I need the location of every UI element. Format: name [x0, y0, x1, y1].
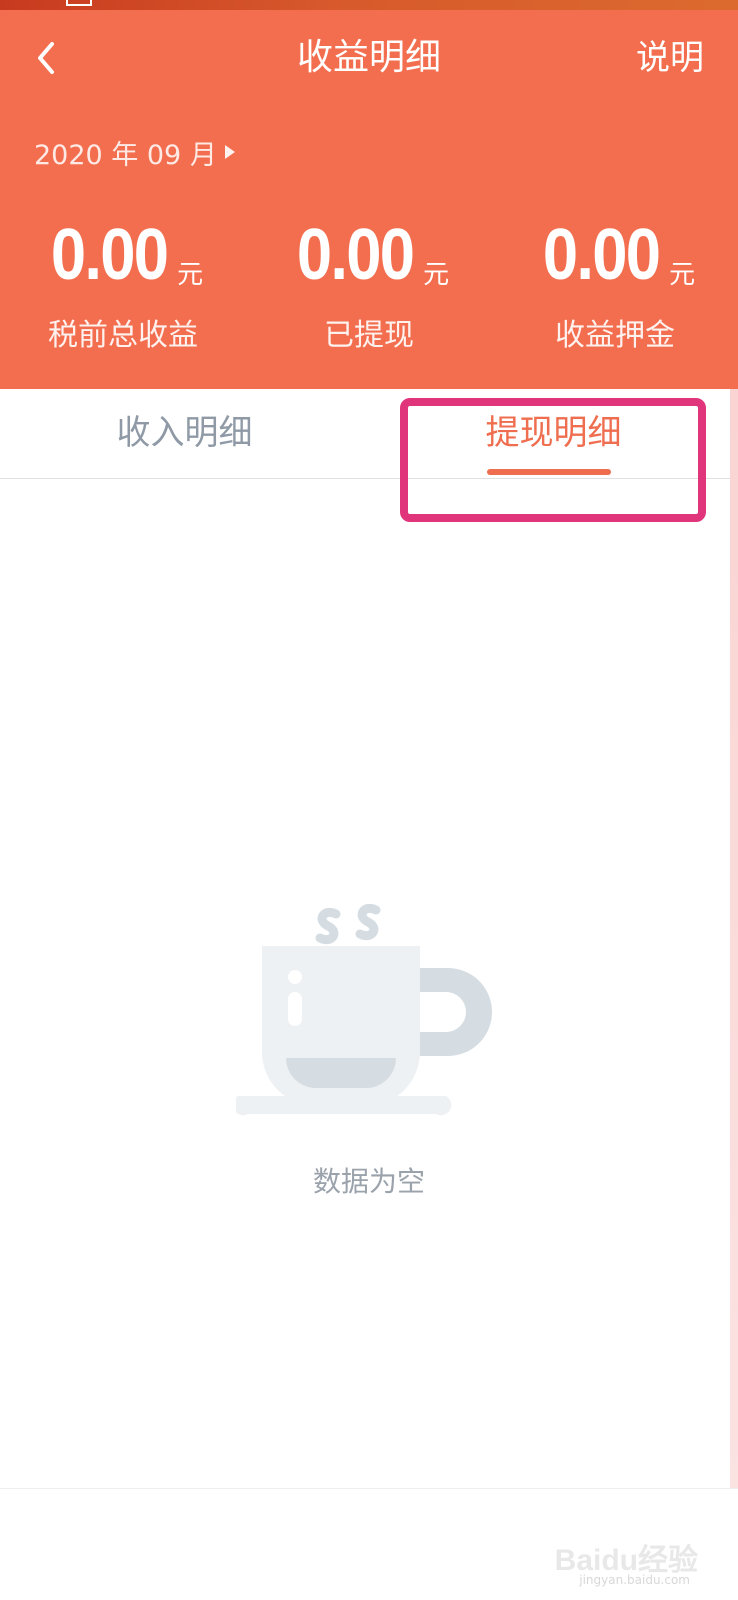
bottom-bar: Baidu经验 jingyan.baidu.com	[0, 1488, 738, 1600]
stat-value: 0.00	[296, 215, 415, 295]
coffee-cup-icon	[236, 904, 492, 1116]
status-icon	[66, 0, 92, 6]
stat-label: 收益押金	[555, 318, 675, 353]
stat-withdrawn: 0.00 元 已提现	[246, 210, 492, 356]
stat-label: 已提现	[324, 318, 414, 353]
status-bar	[0, 0, 738, 10]
caret-right-icon	[224, 145, 235, 159]
stat-value: 0.00	[542, 215, 661, 295]
stat-deposit: 0.00 元 收益押金	[492, 210, 738, 356]
month-label: 2020 年 09 月	[34, 139, 217, 171]
tab-label: 收入明细	[116, 413, 253, 453]
stat-unit: 元	[669, 260, 696, 290]
stat-unit: 元	[177, 260, 204, 290]
earnings-header: 收益明细 说明 2020 年 09 月 0.00 元 税前总收益 0.00 元 …	[0, 10, 738, 389]
stat-unit: 元	[423, 260, 450, 290]
empty-state-text: 数据为空	[312, 1165, 425, 1198]
empty-state: 数据为空	[0, 900, 738, 1220]
stat-pretax-total: 0.00 元 税前总收益	[0, 210, 246, 356]
annotation-highlight-box	[400, 398, 706, 522]
stat-value: 0.00	[50, 215, 169, 295]
month-picker[interactable]: 2020 年 09 月	[34, 132, 235, 172]
watermark-url: jingyan.baidu.com	[579, 1573, 690, 1587]
tab-income-details[interactable]: 收入明细	[0, 389, 369, 479]
help-link[interactable]: 说明	[636, 36, 704, 80]
stat-label: 税前总收益	[48, 318, 198, 353]
page-title: 收益明细	[296, 37, 441, 78]
